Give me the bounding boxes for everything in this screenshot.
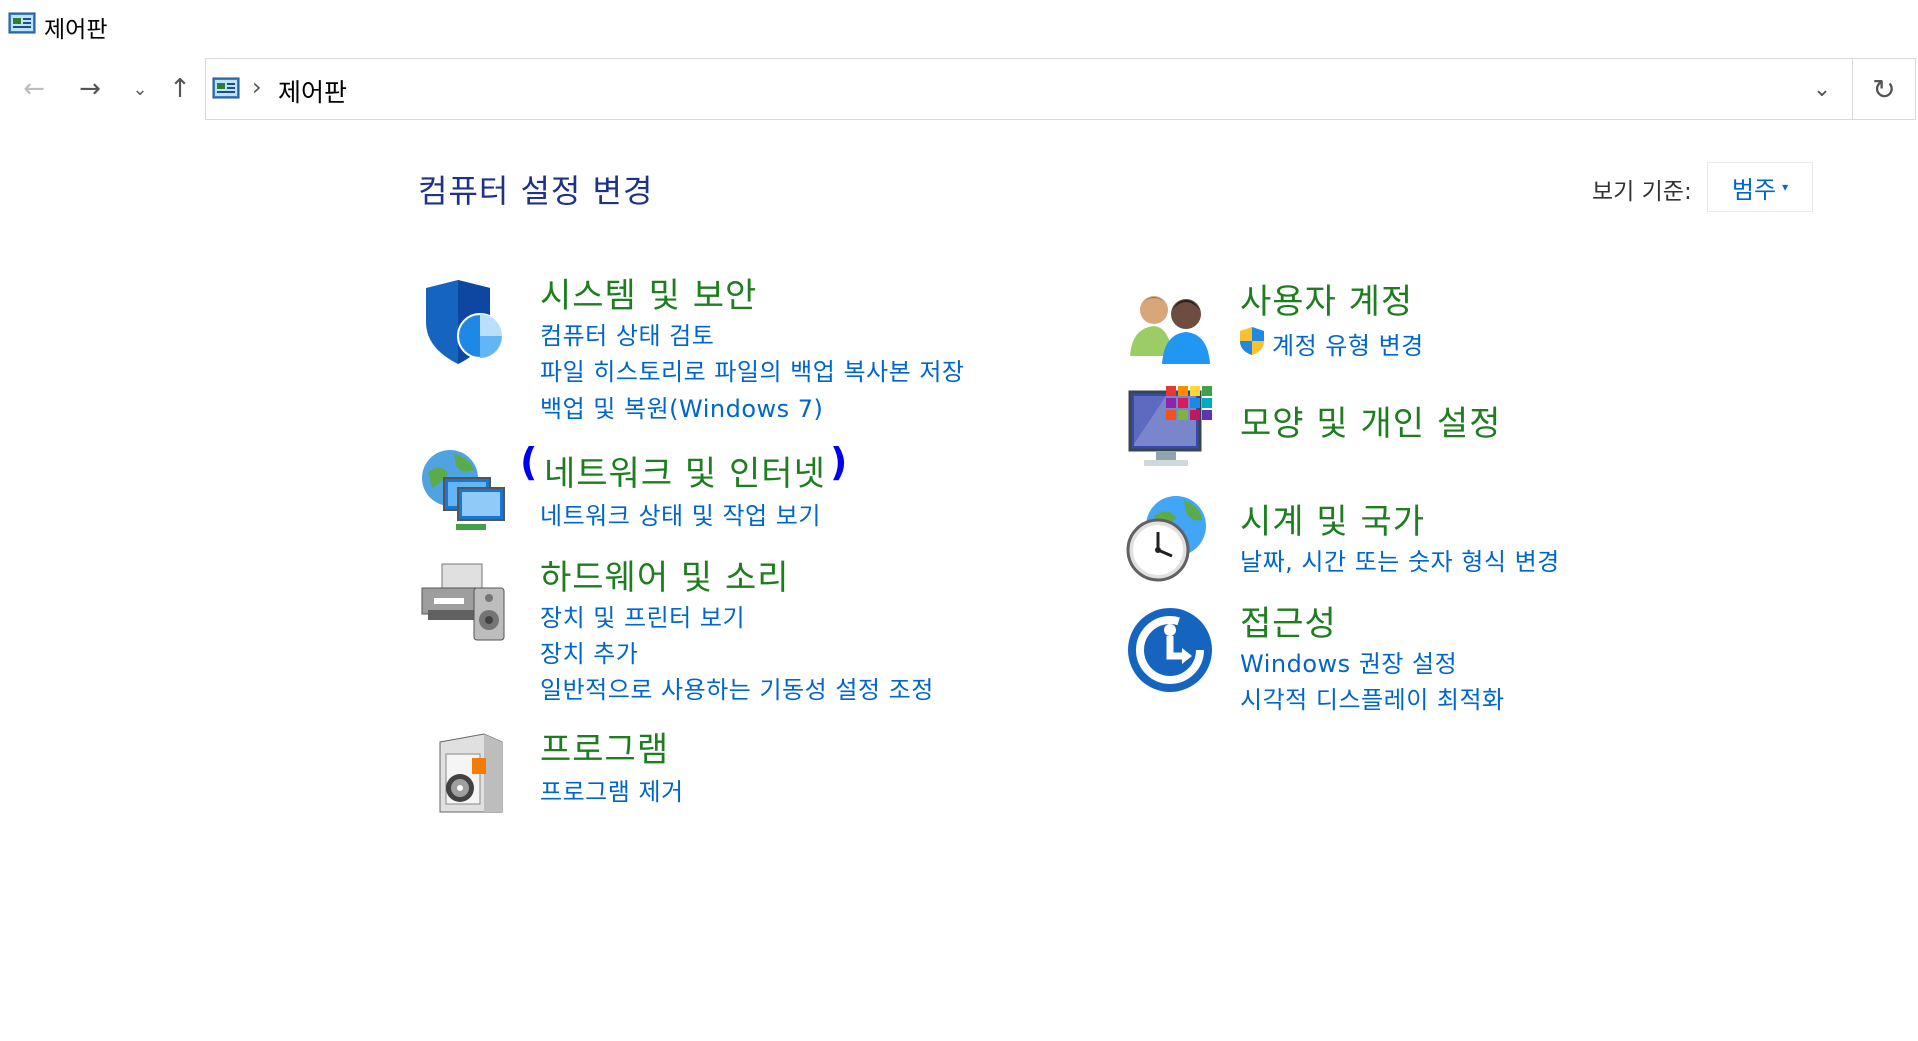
forward-arrow-icon: → [79,74,101,104]
link-date-time-format[interactable]: 날짜, 시간 또는 숫자 형식 변경 [1240,542,1560,577]
breadcrumb-separator-icon[interactable]: › [252,73,262,101]
chevron-down-icon: ⌄ [132,78,148,100]
window-title: 제어판 [44,17,108,43]
back-arrow-icon: ← [23,74,45,104]
link-change-account-type[interactable]: 계정 유형 변경 [1272,326,1424,361]
breadcrumb-control-panel[interactable]: 제어판 [278,73,347,109]
link-mobility-settings[interactable]: 일반적으로 사용하는 기동성 설정 조정 [540,670,934,705]
view-by-dropdown[interactable]: 범주 ▾ [1707,162,1813,212]
navigation-bar: ← → ⌄ ↑ › 제어판 ⌄ ↻ [0,56,1918,122]
users-icon [1130,296,1210,364]
link-devices-printers[interactable]: 장치 및 프린터 보기 [540,598,745,633]
link-review-computer-status[interactable]: 컴퓨터 상태 검토 [540,316,714,351]
address-bar[interactable]: › 제어판 ⌄ [205,58,1853,120]
link-windows-recommended-settings[interactable]: Windows 권장 설정 [1240,644,1457,679]
annotation-paren-close: ) [830,440,848,484]
refresh-button[interactable]: ↻ [1853,58,1916,120]
clock-globe-icon [1126,496,1206,582]
annotation-paren-open: ( [520,440,538,484]
shield-icon [426,280,503,364]
category-title-programs[interactable]: 프로그램 [540,722,669,771]
back-button[interactable]: ← [14,56,54,122]
category-title-system-security[interactable]: 시스템 및 보안 [540,268,757,317]
link-file-history-backup[interactable]: 파일 히스토리로 파일의 백업 복사본 저장 [540,352,965,387]
link-uninstall-program[interactable]: 프로그램 제거 [540,772,684,807]
recent-locations-button[interactable]: ⌄ [124,56,156,122]
link-backup-restore[interactable]: 백업 및 복원(Windows 7) [540,389,823,424]
forward-button[interactable]: → [70,56,110,122]
uac-shield-icon [1240,327,1264,355]
category-title-network-internet[interactable]: 네트워크 및 인터넷 [544,446,826,495]
ease-of-access-icon [1128,608,1212,692]
printer-speaker-icon [421,563,505,641]
personalization-monitor-icon [1128,386,1212,466]
caret-down-icon: ▾ [1782,180,1789,194]
link-optimize-visual-display[interactable]: 시각적 디스플레이 최적화 [1240,680,1505,715]
category-title-clock-region[interactable]: 시계 및 국가 [1240,494,1425,543]
category-title-hardware-sound[interactable]: 하드웨어 및 소리 [540,550,790,599]
view-by-label: 보기 기준: [1592,179,1692,205]
control-panel-icon [8,12,36,34]
control-panel-icon [212,77,240,99]
chevron-down-icon: ⌄ [1812,76,1832,102]
up-arrow-icon: ↑ [169,74,191,104]
refresh-icon: ↻ [1872,72,1896,106]
network-globe-icon [422,450,505,530]
programs-box-icon [439,733,503,813]
page-title: 컴퓨터 설정 변경 [418,172,654,210]
category-title-ease-of-access[interactable]: 접근성 [1240,596,1337,645]
link-add-device[interactable]: 장치 추가 [540,634,638,669]
category-title-user-accounts[interactable]: 사용자 계정 [1240,274,1413,323]
up-button[interactable]: ↑ [160,56,200,122]
title-bar: 제어판 [0,0,1918,46]
link-network-status-tasks[interactable]: 네트워크 상태 및 작업 보기 [540,496,821,531]
address-dropdown-button[interactable]: ⌄ [1792,59,1852,119]
category-title-appearance[interactable]: 모양 및 개인 설정 [1240,396,1501,445]
view-by-value: 범주 [1731,175,1777,204]
